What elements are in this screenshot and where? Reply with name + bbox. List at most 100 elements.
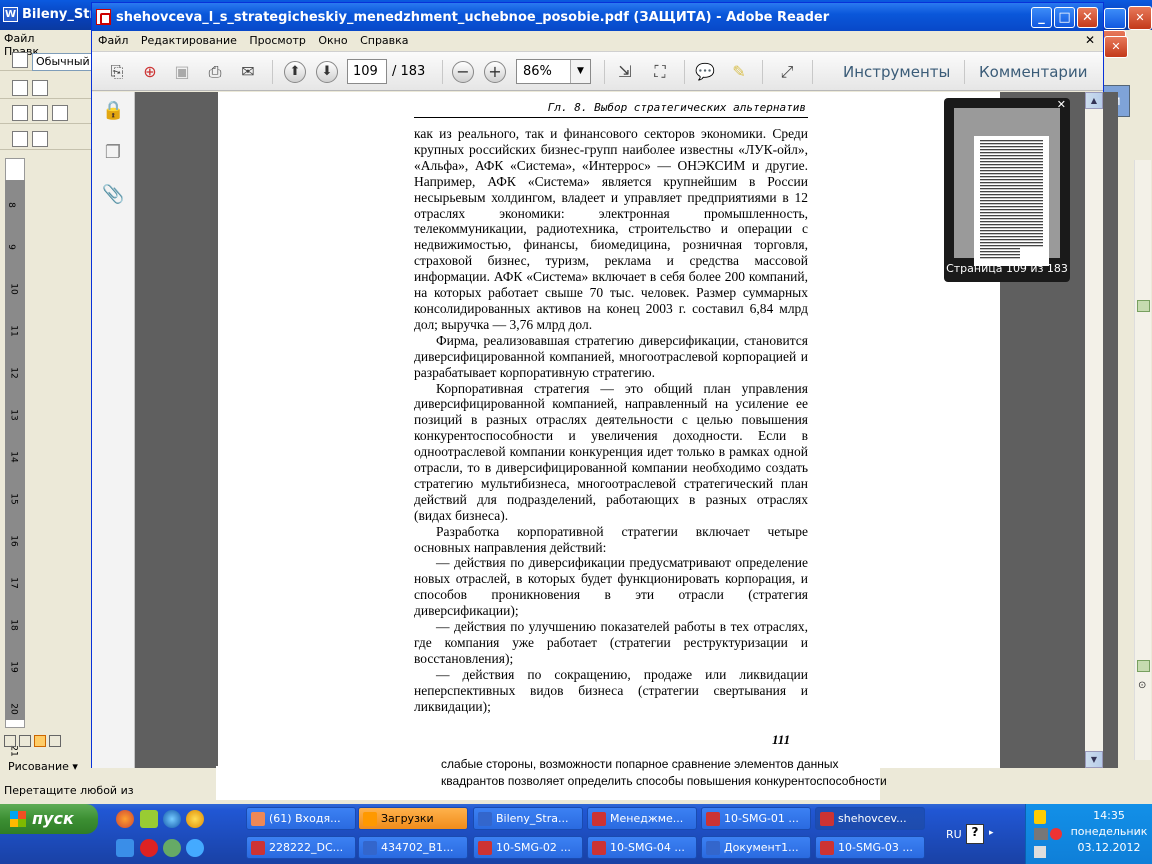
export-pdf-icon[interactable]: ⊕ xyxy=(139,61,161,83)
scroll-marker-1[interactable] xyxy=(1137,300,1150,312)
media-icon[interactable] xyxy=(186,810,204,828)
word-app-close-button[interactable]: ✕ xyxy=(1128,6,1152,30)
word-vertical-scrollbar[interactable]: ⊙ xyxy=(1134,160,1151,760)
thumbnail-line xyxy=(980,209,1043,211)
ruler-number: 11 xyxy=(8,325,19,337)
view-buttons[interactable] xyxy=(4,735,90,751)
reader-menu-bar: Файл Редактирование Просмотр Окно Справк… xyxy=(92,31,1103,51)
thumbnail-line xyxy=(980,248,1020,250)
save-icon[interactable]: ▣ xyxy=(171,61,193,83)
fit-page-icon[interactable]: ⛶ xyxy=(649,61,671,83)
menu-window[interactable]: Окно xyxy=(318,34,347,47)
reader-vertical-scrollbar[interactable]: ▲ ▼ xyxy=(1085,92,1103,768)
style-combo[interactable]: Обычный xyxy=(32,53,92,71)
open-icon[interactable] xyxy=(32,105,48,121)
zoom-out-icon[interactable]: − xyxy=(452,61,474,83)
draw-menu[interactable]: Рисование ▾ xyxy=(8,760,78,773)
task-button[interactable]: Документ1... xyxy=(701,836,811,859)
firefox-icon[interactable] xyxy=(116,810,134,828)
thumbnail-line xyxy=(980,245,1043,247)
comments-pane-button[interactable]: Комментарии xyxy=(979,63,1087,81)
task-app-icon xyxy=(251,841,265,855)
task-button[interactable]: 10-SMG-04 ... xyxy=(587,836,697,859)
task-button[interactable]: 434702_B1... xyxy=(358,836,468,859)
task-app-icon xyxy=(363,812,377,826)
task-button[interactable]: shehovcev... xyxy=(815,807,925,830)
task-button-label: Bileny_Stra... xyxy=(496,812,569,825)
columns-icon[interactable] xyxy=(32,131,48,147)
tray-expand-icon[interactable]: ▸ xyxy=(989,828,994,838)
scroll-marker-2[interactable] xyxy=(1137,660,1150,672)
attachments-icon[interactable]: 📎 xyxy=(102,184,124,206)
zoom-dropdown-icon[interactable]: ▼ xyxy=(570,60,590,83)
scroll-down-icon[interactable]: ▼ xyxy=(1085,751,1103,768)
start-button[interactable]: пуск xyxy=(0,804,98,834)
thumbnail-line xyxy=(980,170,1043,172)
thumbnail-line xyxy=(980,239,1043,241)
separator xyxy=(812,60,813,84)
edit-icon[interactable] xyxy=(12,80,28,96)
page-number-input[interactable]: 109 xyxy=(347,59,387,84)
task-button[interactable]: Загрузки xyxy=(358,807,468,830)
menu-close-icon[interactable]: ✕ xyxy=(1085,33,1095,47)
volume-icon[interactable] xyxy=(1034,846,1046,858)
next-page-icon[interactable]: ⬇ xyxy=(316,61,338,83)
zoom-in-icon[interactable]: + xyxy=(484,61,506,83)
save-icon[interactable] xyxy=(52,105,68,121)
maximize-button[interactable]: □ xyxy=(1054,7,1075,28)
thumbnail-image[interactable] xyxy=(954,108,1060,266)
edit2-icon[interactable] xyxy=(32,80,48,96)
highlight-icon[interactable]: ✎ xyxy=(728,61,750,83)
style-icon[interactable] xyxy=(12,52,28,68)
task-button[interactable]: Менеджме... xyxy=(587,807,697,830)
thumbnail-line xyxy=(980,176,1043,178)
full-screen-icon[interactable]: ⤢ xyxy=(776,61,798,83)
page-thumbnails-icon[interactable]: ❐ xyxy=(102,142,124,164)
page-paragraph: Разработка корпоративной стратегии включ… xyxy=(414,523,808,555)
email-icon[interactable]: ✉ xyxy=(237,61,259,83)
opera-icon[interactable] xyxy=(140,839,158,857)
shield-icon[interactable] xyxy=(1034,810,1046,824)
word-restore-button[interactable] xyxy=(1104,8,1126,29)
prev-page-icon[interactable]: ⬆ xyxy=(284,61,306,83)
task-button[interactable]: (61) Входя... xyxy=(246,807,356,830)
word-doc-close-button[interactable]: ✕ xyxy=(1104,36,1128,58)
menu-help[interactable]: Справка xyxy=(360,34,408,47)
ruler-number: 16 xyxy=(8,535,19,547)
menu-edit[interactable]: Редактирование xyxy=(141,34,237,47)
task-button[interactable]: 228222_DC... xyxy=(246,836,356,859)
app2-icon[interactable] xyxy=(116,839,134,857)
menu-file[interactable]: Файл xyxy=(98,34,128,47)
word-menu-file[interactable]: Файл xyxy=(4,32,34,45)
menu-view[interactable]: Просмотр xyxy=(249,34,305,47)
task-button-label: 10-SMG-01 ... xyxy=(724,812,799,825)
create-pdf-icon[interactable]: ⎘ xyxy=(106,61,128,83)
comment-icon[interactable]: 💬 xyxy=(694,61,716,83)
clock[interactable]: 14:35 понедельник 03.12.2012 xyxy=(1066,808,1152,856)
task-button[interactable]: 10-SMG-01 ... xyxy=(701,807,811,830)
language-indicator[interactable]: RU xyxy=(946,828,962,841)
picture-icon[interactable] xyxy=(12,131,28,147)
lock-icon[interactable]: 🔒 xyxy=(102,100,124,122)
new-doc-icon[interactable] xyxy=(12,105,28,121)
print-icon[interactable]: ⎙ xyxy=(204,61,226,83)
ruler-number: 8 xyxy=(5,202,16,208)
task-button[interactable]: Bileny_Stra... xyxy=(473,807,583,830)
minimize-button[interactable]: _ xyxy=(1031,7,1052,28)
separator xyxy=(604,60,605,84)
ie-icon[interactable] xyxy=(163,810,181,828)
task-button[interactable]: 10-SMG-02 ... xyxy=(473,836,583,859)
antivirus-icon[interactable] xyxy=(1050,828,1062,840)
network-icon[interactable] xyxy=(1034,828,1048,840)
help-icon[interactable]: ? xyxy=(966,824,984,844)
fit-width-icon[interactable]: ⇲ xyxy=(614,61,636,83)
app-icon[interactable] xyxy=(140,810,158,828)
app3-icon[interactable] xyxy=(163,839,181,857)
close-button[interactable]: ✕ xyxy=(1077,7,1098,28)
scroll-up-icon[interactable]: ▲ xyxy=(1085,92,1103,109)
tools-pane-button[interactable]: Инструменты xyxy=(843,63,950,81)
task-button[interactable]: 10-SMG-03 ... xyxy=(815,836,925,859)
browse-object-icon[interactable]: ⊙ xyxy=(1138,680,1146,691)
ruler-number: 14 xyxy=(8,451,19,463)
app4-icon[interactable] xyxy=(186,839,204,857)
